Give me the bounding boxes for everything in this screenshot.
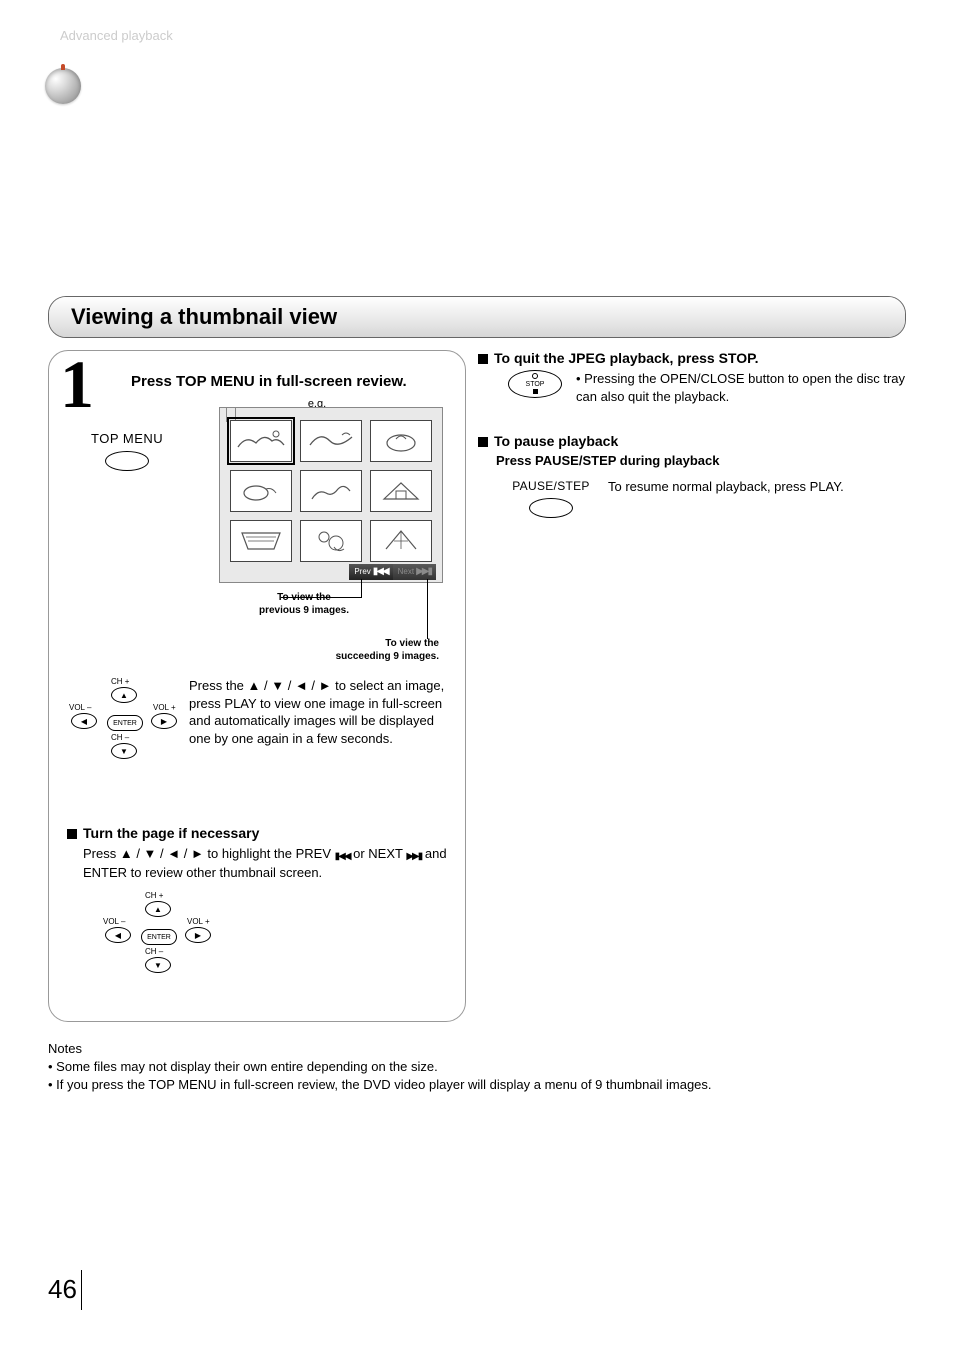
thumbnail-cell — [370, 470, 432, 512]
thumbnail-cell — [300, 520, 362, 562]
square-bullet-icon — [67, 829, 77, 839]
skip-back-icon: ▮◀◀ — [373, 567, 388, 577]
thumbnail-next-label: Next — [398, 568, 414, 576]
step-1-title: Press TOP MENU in full-screen review. — [131, 373, 451, 390]
thumbnail-prev-label: Prev — [354, 568, 370, 576]
pause-heading: To pause playback — [478, 433, 906, 449]
step-frame: Press TOP MENU in full-screen review. e.… — [48, 350, 466, 1022]
notes-block: Notes • Some files may not display their… — [48, 1040, 906, 1095]
skip-forward-icon: ▶▶▮ — [416, 567, 431, 577]
quit-heading: To quit the JPEG playback, press STOP. — [478, 350, 906, 366]
thumbnail-screen-illustration: Prev ▮◀◀ Next ▶▶▮ — [219, 407, 443, 583]
callout-prev-l1: To view the — [277, 592, 331, 603]
dpad-down-icon: ▼ — [145, 957, 171, 973]
dpad-left-icon: ◀ — [71, 713, 97, 729]
thumbnail-cell — [230, 420, 292, 462]
thumbnail-cell — [230, 470, 292, 512]
section-bullet-icon — [45, 68, 81, 104]
thumbnail-cell — [370, 420, 432, 462]
turn-page-heading: Turn the page if necessary — [67, 825, 451, 841]
step-1-body: Press the ▲ / ▼ / ◄ / ► to select an ima… — [189, 677, 451, 767]
turn-page-body: Press ▲ / ▼ / ◄ / ► to highlight the PRE… — [83, 845, 451, 881]
dpad-enter-icon: ENTER — [107, 715, 143, 731]
callout-next-l1: To view the — [385, 638, 439, 649]
thumbnail-prev-button: Prev ▮◀◀ — [349, 564, 392, 580]
stop-icon — [533, 389, 538, 394]
callout-next-l2: succeeding 9 images. — [336, 651, 439, 662]
notes-heading: Notes — [48, 1040, 906, 1058]
top-menu-button-icon — [105, 451, 149, 471]
square-bullet-icon — [478, 437, 488, 447]
square-bullet-icon — [478, 354, 488, 364]
skip-back-icon: ▮◀◀ — [335, 850, 350, 864]
dpad-illustration: CH + ▲ VOL – ◀ ENTER VOL + ▶ CH – ▼ — [69, 677, 179, 767]
dpad-illustration: CH + ▲ VOL – ◀ ENTER VOL + ▶ CH – ▼ — [103, 891, 213, 981]
skip-forward-icon: ▶▶▮ — [406, 850, 421, 864]
page-number: 46 — [48, 1270, 82, 1310]
thumbnail-cell — [230, 520, 292, 562]
quit-body: • Pressing the OPEN/CLOSE button to open… — [576, 370, 906, 405]
stop-button-illustration: STOP — [506, 370, 564, 398]
dpad-left-icon: ◀ — [105, 927, 131, 943]
thumbnail-cell — [300, 420, 362, 462]
step-number: 1 — [60, 350, 94, 418]
callout-prev-l2: previous 9 images. — [259, 605, 349, 616]
pause-label: PAUSE/STEP — [506, 478, 596, 494]
dpad-down-icon: ▼ — [111, 743, 137, 759]
note-2: • If you press the TOP MENU in full-scre… — [48, 1076, 906, 1094]
stop-label: STOP — [526, 381, 545, 388]
note-1: • Some files may not display their own e… — [48, 1058, 906, 1076]
breadcrumb: Advanced playback — [60, 28, 173, 43]
pause-button-icon — [529, 498, 573, 518]
top-menu-label: TOP MENU — [91, 431, 163, 446]
thumbnail-next-button: Next ▶▶▮ — [393, 564, 436, 580]
section-title-box: Viewing a thumbnail view — [48, 296, 906, 338]
thumbnail-cell — [370, 520, 432, 562]
dpad-up-icon: ▲ — [111, 687, 137, 703]
section-title: Viewing a thumbnail view — [49, 297, 905, 337]
dpad-right-icon: ▶ — [151, 713, 177, 729]
thumbnail-cell — [300, 470, 362, 512]
pause-button-illustration: PAUSE/STEP — [506, 478, 596, 523]
dpad-up-icon: ▲ — [145, 901, 171, 917]
pause-subheading: Press PAUSE/STEP during playback — [496, 453, 906, 468]
dpad-enter-icon: ENTER — [141, 929, 177, 945]
dpad-right-icon: ▶ — [185, 927, 211, 943]
pause-body: To resume normal playback, press PLAY. — [608, 478, 906, 496]
